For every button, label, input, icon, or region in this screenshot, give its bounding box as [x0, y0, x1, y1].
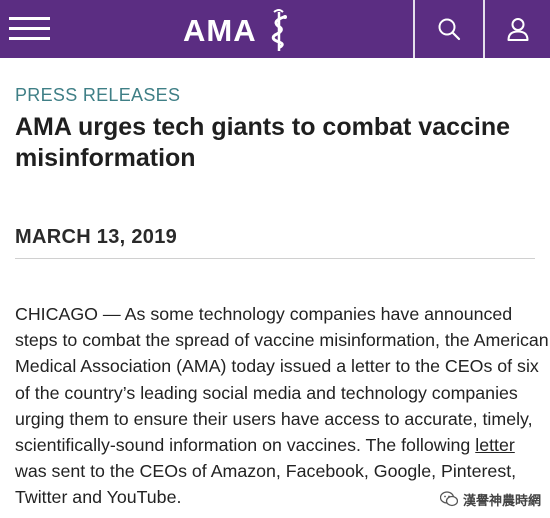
wechat-icon [439, 491, 458, 507]
menu-bar-bottom [9, 37, 50, 40]
logo-text: AMA [183, 13, 257, 48]
article-body: CHICAGO — As some technology companies h… [15, 301, 550, 511]
letter-link[interactable]: letter [475, 435, 515, 455]
search-icon [438, 18, 461, 41]
top-navigation-bar: AMA [0, 0, 550, 58]
menu-bar-middle [9, 27, 50, 30]
search-button[interactable] [415, 0, 483, 58]
user-account-button[interactable] [485, 0, 550, 58]
watermark: 漢譽神農時網 [436, 488, 544, 510]
ama-logo[interactable]: AMA [183, 8, 303, 52]
user-icon [507, 18, 528, 41]
menu-bar-top [9, 17, 50, 20]
article-title: AMA urges tech giants to combat vaccine … [15, 113, 511, 172]
divider [15, 258, 535, 259]
staff-of-asclepius-icon [271, 9, 287, 51]
hamburger-menu-button[interactable] [9, 17, 50, 40]
section-label[interactable]: PRESS RELEASES [15, 84, 180, 106]
body-text: CHICAGO — As some technology companies h… [15, 304, 549, 456]
watermark-text: 漢譽神農時網 [462, 492, 541, 508]
article-date: MARCH 13, 2019 [15, 226, 178, 248]
